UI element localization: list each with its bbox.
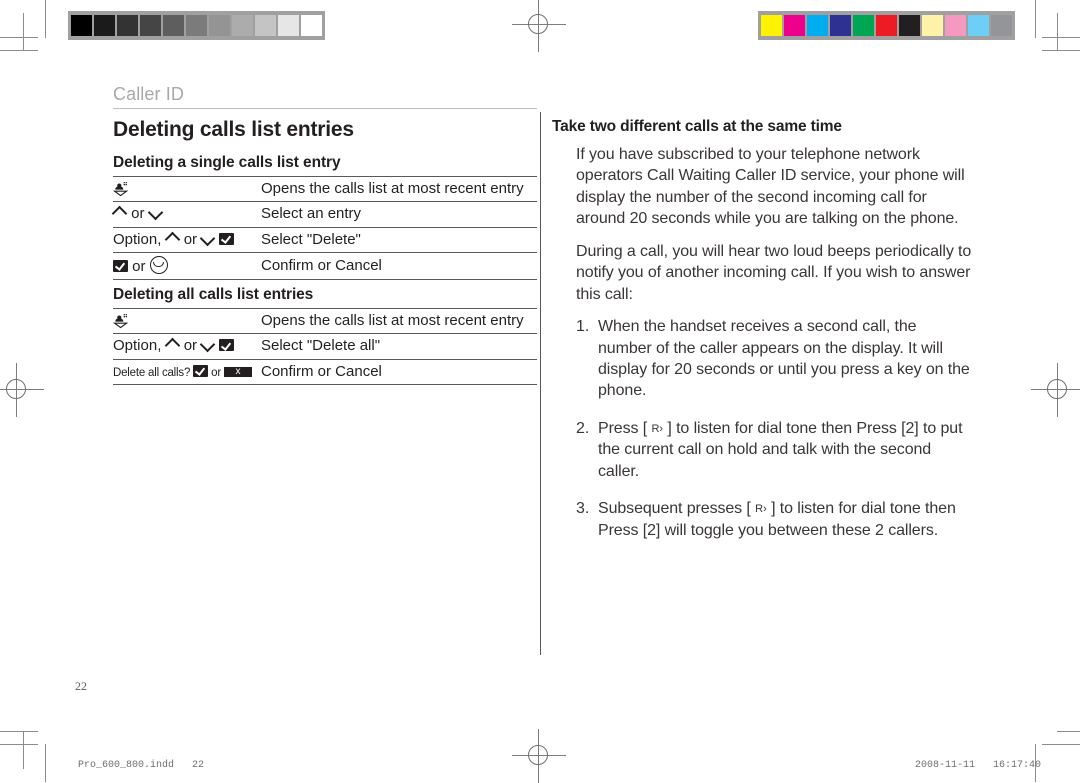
- key-sequence-cell: Option, or: [113, 227, 259, 253]
- key-description-cell: Opens the calls list at most recent entr…: [259, 175, 537, 203]
- page-number: 22: [75, 679, 87, 693]
- print-slug-filename: Pro_600_800.indd 22: [78, 760, 205, 771]
- print-slug-timestamp: 2008-11-11 16:17:40: [915, 760, 1042, 771]
- key-sequence-cell: or: [113, 201, 259, 228]
- manual-page: Caller ID Deleting calls list entries De…: [0, 0, 1080, 782]
- conjunction-or: or: [208, 366, 224, 379]
- key-description-cell: Confirm or Cancel: [259, 359, 537, 385]
- key-description-cell: Opens the calls list at most recent entr…: [259, 307, 537, 335]
- recall-key-icon: R›: [651, 422, 664, 435]
- option-label: Option,: [113, 337, 166, 355]
- left-column: Deleting calls list entries Deleting a s…: [112, 118, 537, 387]
- conjunction-or: or: [128, 257, 150, 275]
- table-row: Opens the calls list at most recent entr…: [112, 175, 537, 203]
- numbered-steps-list: When the handset receives a second call,…: [552, 316, 972, 541]
- table-row: or Confirm or Cancel: [113, 252, 537, 281]
- up-arrow-key-icon: [166, 232, 180, 245]
- conjunction-or: or: [179, 337, 202, 355]
- key-sequence-cell: or: [113, 252, 259, 281]
- section-heading-delete-single: Deleting a single calls list entry: [113, 154, 341, 171]
- list-item: When the handset receives a second call,…: [576, 316, 972, 402]
- step-text-before: Press [: [598, 419, 652, 437]
- running-head-rule: [113, 108, 537, 109]
- calls-list-key-icon: [112, 312, 130, 329]
- paragraph-call-waiting-intro: If you have subscribed to your telephone…: [576, 146, 965, 228]
- key-description-cell: Select "Delete all": [259, 333, 537, 360]
- down-arrow-key-icon: [201, 338, 215, 351]
- calls-list-key-icon: [112, 180, 130, 197]
- table-row: Delete all calls? or Confirm or Cancel: [113, 359, 537, 385]
- list-item: Press [ R› ] to listen for dial tone the…: [576, 418, 972, 482]
- recall-key-icon: R›: [755, 503, 767, 516]
- key-sequence-table-delete-single: Opens the calls list at most recent entr…: [112, 175, 537, 281]
- table-row: or Select an entry: [113, 201, 537, 228]
- key-sequence-cell: Delete all calls? or: [113, 359, 259, 385]
- ok-key-icon: [219, 339, 235, 352]
- table-row: Option, or Select "Delete all": [113, 333, 537, 360]
- paragraph-beeps-notice: During a call, you will hear two loud be…: [576, 242, 972, 303]
- down-arrow-key-icon: [149, 206, 163, 219]
- cancel-key-icon: [223, 365, 252, 378]
- ok-key-icon: [113, 259, 128, 272]
- up-arrow-key-icon: [113, 206, 127, 219]
- display-prompt-delete-all: Delete all calls?: [113, 366, 191, 379]
- section-heading-two-calls: Take two different calls at the same tim…: [552, 118, 842, 135]
- key-sequence-table-delete-all: Opens the calls list at most recent entr…: [112, 307, 537, 385]
- table-row: Opens the calls list at most recent entr…: [112, 307, 537, 335]
- ok-key-icon: [219, 232, 235, 245]
- key-sequence-cell: Option, or: [113, 333, 259, 360]
- key-description-cell: Select "Delete": [259, 227, 537, 253]
- key-sequence-cell: [112, 175, 259, 203]
- conjunction-or: or: [179, 230, 202, 248]
- up-arrow-key-icon: [166, 338, 180, 351]
- key-sequence-cell: [112, 307, 259, 335]
- hangup-key-icon: [149, 255, 168, 274]
- list-item: Subsequent presses [ R› ] to listen for …: [576, 498, 972, 541]
- column-divider: [540, 112, 541, 655]
- step-text: When the handset receives a second call,…: [598, 318, 970, 400]
- step-text-before: Subsequent presses [: [598, 500, 756, 518]
- section-heading-delete-all: Deleting all calls list entries: [113, 286, 314, 303]
- table-row: Option, or Select "Delete": [113, 227, 537, 253]
- ok-key-icon: [193, 364, 209, 377]
- down-arrow-key-icon: [201, 232, 215, 245]
- key-description-cell: Select an entry: [259, 201, 537, 228]
- right-column: Take two different calls at the same tim…: [552, 118, 972, 557]
- conjunction-or: or: [127, 205, 149, 223]
- running-head: Caller ID: [113, 84, 184, 104]
- option-label: Option,: [113, 230, 166, 248]
- key-description-cell: Confirm or Cancel: [259, 252, 537, 281]
- page-title: Deleting calls list entries: [113, 118, 354, 141]
